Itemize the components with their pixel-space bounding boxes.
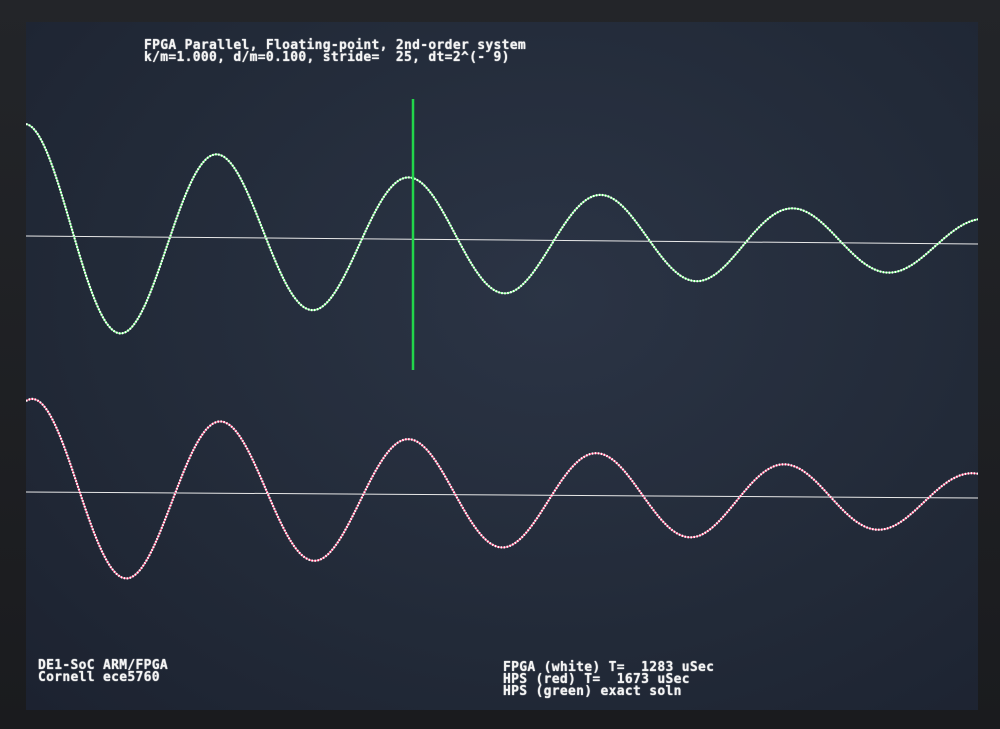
fpga-trace-lower — [26, 397, 978, 580]
exact-solution-trace — [26, 123, 978, 335]
lower-baseline — [26, 491, 978, 499]
fpga-trace-upper — [26, 122, 978, 335]
vga-display: FPGA Parallel, Floating-point, 2nd-order… — [26, 22, 978, 710]
course-label: Cornell ece5760 — [38, 670, 160, 685]
hps-trace — [26, 398, 978, 580]
params-text: k/m=1.000, d/m=0.100, stride= 25, dt=2^(… — [144, 50, 510, 65]
exact-solution-text: HPS (green) exact soln — [503, 684, 682, 699]
oscilloscope-plot — [26, 99, 978, 580]
